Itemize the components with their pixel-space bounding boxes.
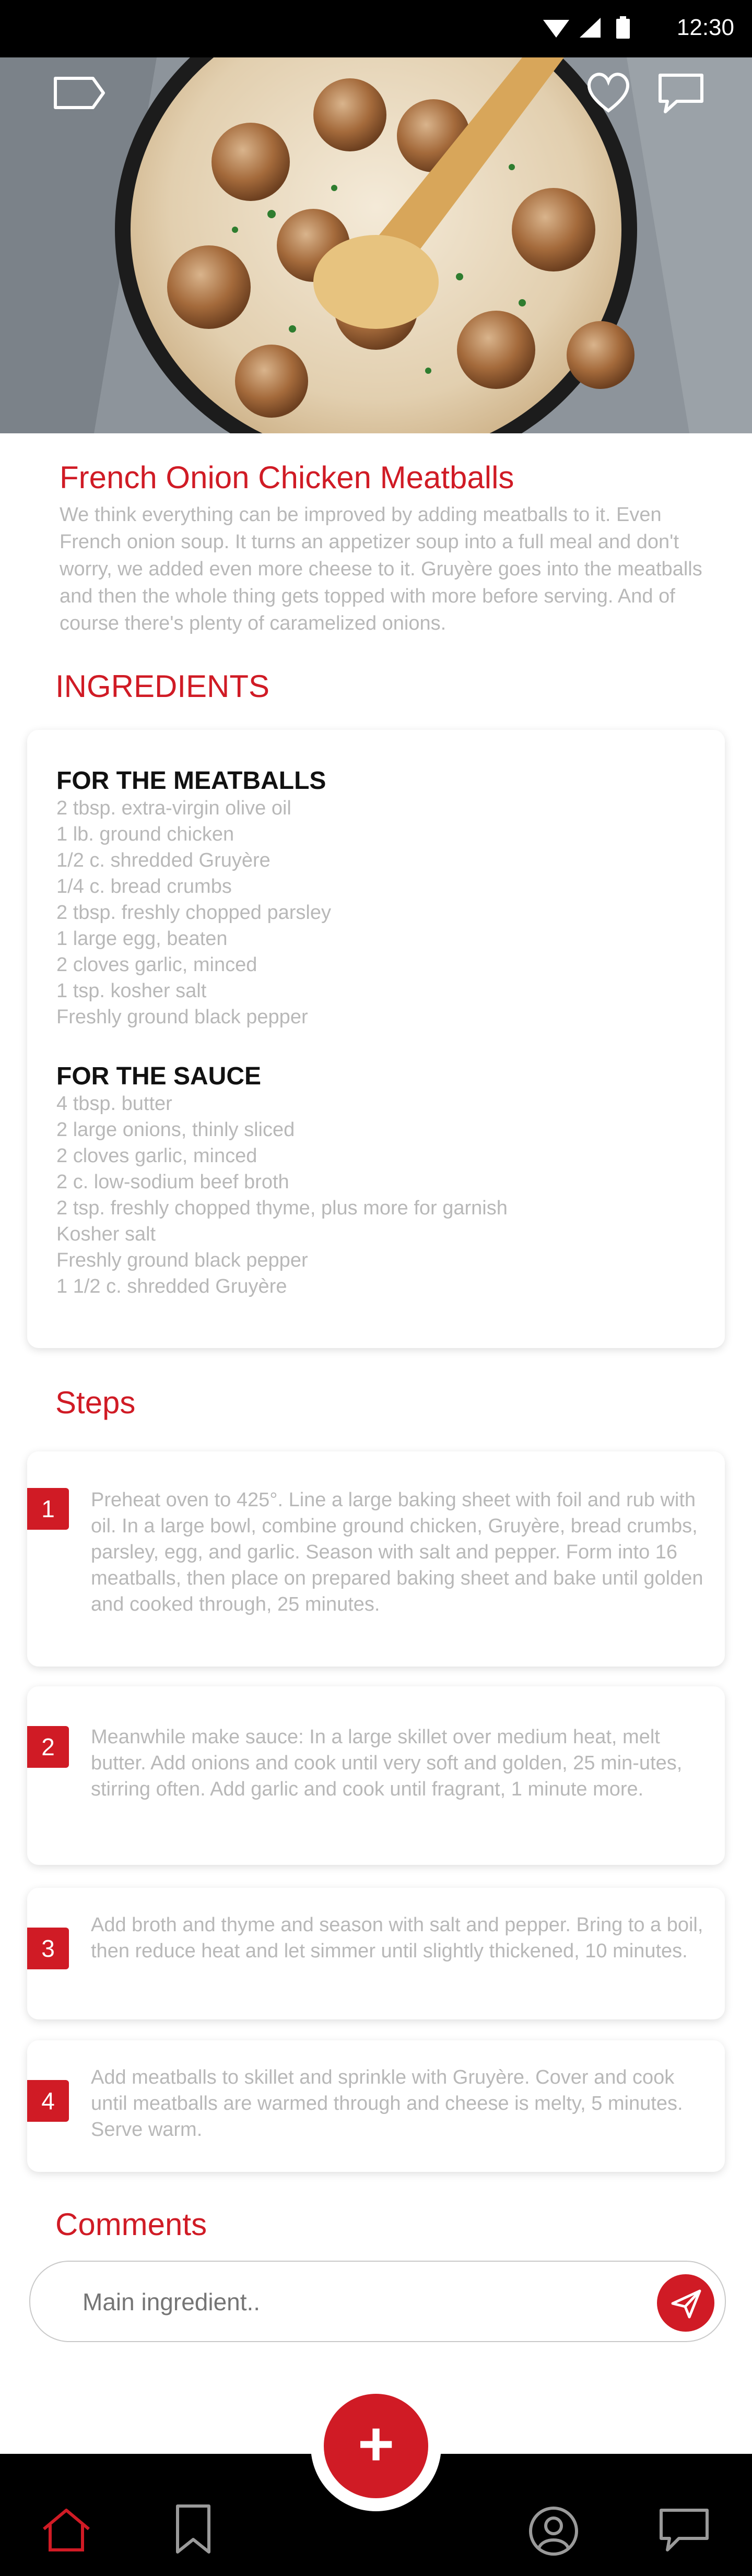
step-text: Add meatballs to skillet and sprinkle wi… xyxy=(91,2066,683,2141)
comment-box xyxy=(29,2261,726,2342)
step-number-badge: 4 xyxy=(27,2080,69,2122)
ingredient-item: Kosher salt xyxy=(56,1223,156,1245)
step-card-3: 3 Add broth and thyme and season with sa… xyxy=(27,1888,725,2019)
ingredient-item: Freshly ground black pepper xyxy=(56,1249,308,1271)
chat-icon[interactable] xyxy=(656,71,706,119)
ingredient-item: 1 large egg, beaten xyxy=(56,928,228,950)
status-icons xyxy=(538,16,637,44)
ingredient-group-sauce: FOR THE SAUCE 4 tbsp. butter 2 large oni… xyxy=(56,1062,508,1299)
ingredient-item: 2 c. low-sodium beef broth xyxy=(56,1171,289,1193)
ingredient-item: 2 cloves garlic, minced xyxy=(56,954,257,976)
heart-icon[interactable] xyxy=(585,70,632,117)
signal-icon xyxy=(580,18,601,38)
ingredient-item: 1 tsp. kosher salt xyxy=(56,980,207,1002)
ingredient-item: 1 1/2 c. shredded Gruyère xyxy=(56,1275,287,1297)
send-icon xyxy=(671,2289,701,2319)
ingredient-group-meatballs: FOR THE MEATBALLS 2 tbsp. extra-virgin o… xyxy=(56,766,331,1030)
ingredient-item: 2 tsp. freshly chopped thyme, plus more … xyxy=(56,1197,508,1219)
ingredient-item: 1/4 c. bread crumbs xyxy=(56,876,232,897)
step-number-badge: 2 xyxy=(27,1726,69,1768)
recipe-description: We think everything can be improved by a… xyxy=(60,504,702,634)
ingredient-item: 1/2 c. shredded Gruyère xyxy=(56,849,271,871)
bookmark-icon[interactable] xyxy=(172,2503,214,2558)
status-bar: 12:30 xyxy=(0,0,752,57)
ingredient-item: 4 tbsp. butter xyxy=(56,1093,172,1115)
step-card-2: 2 Meanwhile make sauce: In a large skill… xyxy=(27,1686,725,1865)
ingredient-item: 2 tbsp. freshly chopped parsley xyxy=(56,902,331,924)
ingredient-item: 1 lb. ground chicken xyxy=(56,823,234,845)
ingredient-item: 2 cloves garlic, minced xyxy=(56,1145,257,1167)
status-time: 12:30 xyxy=(676,15,734,40)
comments-heading: Comments xyxy=(55,2207,207,2242)
ingredient-item: 2 tbsp. extra-virgin olive oil xyxy=(56,797,291,819)
step-number-badge: 1 xyxy=(27,1488,69,1530)
skillet-illustration xyxy=(0,57,752,433)
add-recipe-button[interactable]: + xyxy=(324,2394,428,2498)
plus-icon: + xyxy=(357,2409,395,2479)
wifi-icon xyxy=(543,20,569,38)
steps-heading: Steps xyxy=(55,1385,136,1420)
messages-icon[interactable] xyxy=(657,2506,711,2557)
ingredient-item: Freshly ground black pepper xyxy=(56,1006,308,1028)
step-text: Meanwhile make sauce: In a large skillet… xyxy=(91,1726,683,1800)
send-button[interactable] xyxy=(657,2274,714,2332)
step-text: Preheat oven to 425°. Line a large bakin… xyxy=(91,1489,703,1615)
tag-icon[interactable] xyxy=(51,72,109,116)
step-card-1: 1 Preheat oven to 425°. Line a large bak… xyxy=(27,1451,725,1667)
ingredients-card: FOR THE MEATBALLS 2 tbsp. extra-virgin o… xyxy=(27,730,725,1348)
step-text: Add broth and thyme and season with salt… xyxy=(91,1914,703,1962)
ingredient-item: 2 large onions, thinly sliced xyxy=(56,1119,295,1141)
ingredients-heading: INGREDIENTS xyxy=(55,669,270,704)
battery-icon xyxy=(616,16,630,39)
home-icon[interactable] xyxy=(38,2506,95,2556)
ingredient-group-title: FOR THE MEATBALLS xyxy=(56,767,326,795)
ingredient-group-title: FOR THE SAUCE xyxy=(56,1062,262,1090)
step-number-badge: 3 xyxy=(27,1928,69,1969)
recipe-hero-image xyxy=(0,57,752,433)
recipe-title: French Onion Chicken Meatballs xyxy=(60,460,514,495)
profile-icon[interactable] xyxy=(527,2505,580,2560)
step-card-4: 4 Add meatballs to skillet and sprinkle … xyxy=(27,2040,725,2172)
comment-input[interactable] xyxy=(83,2288,605,2316)
